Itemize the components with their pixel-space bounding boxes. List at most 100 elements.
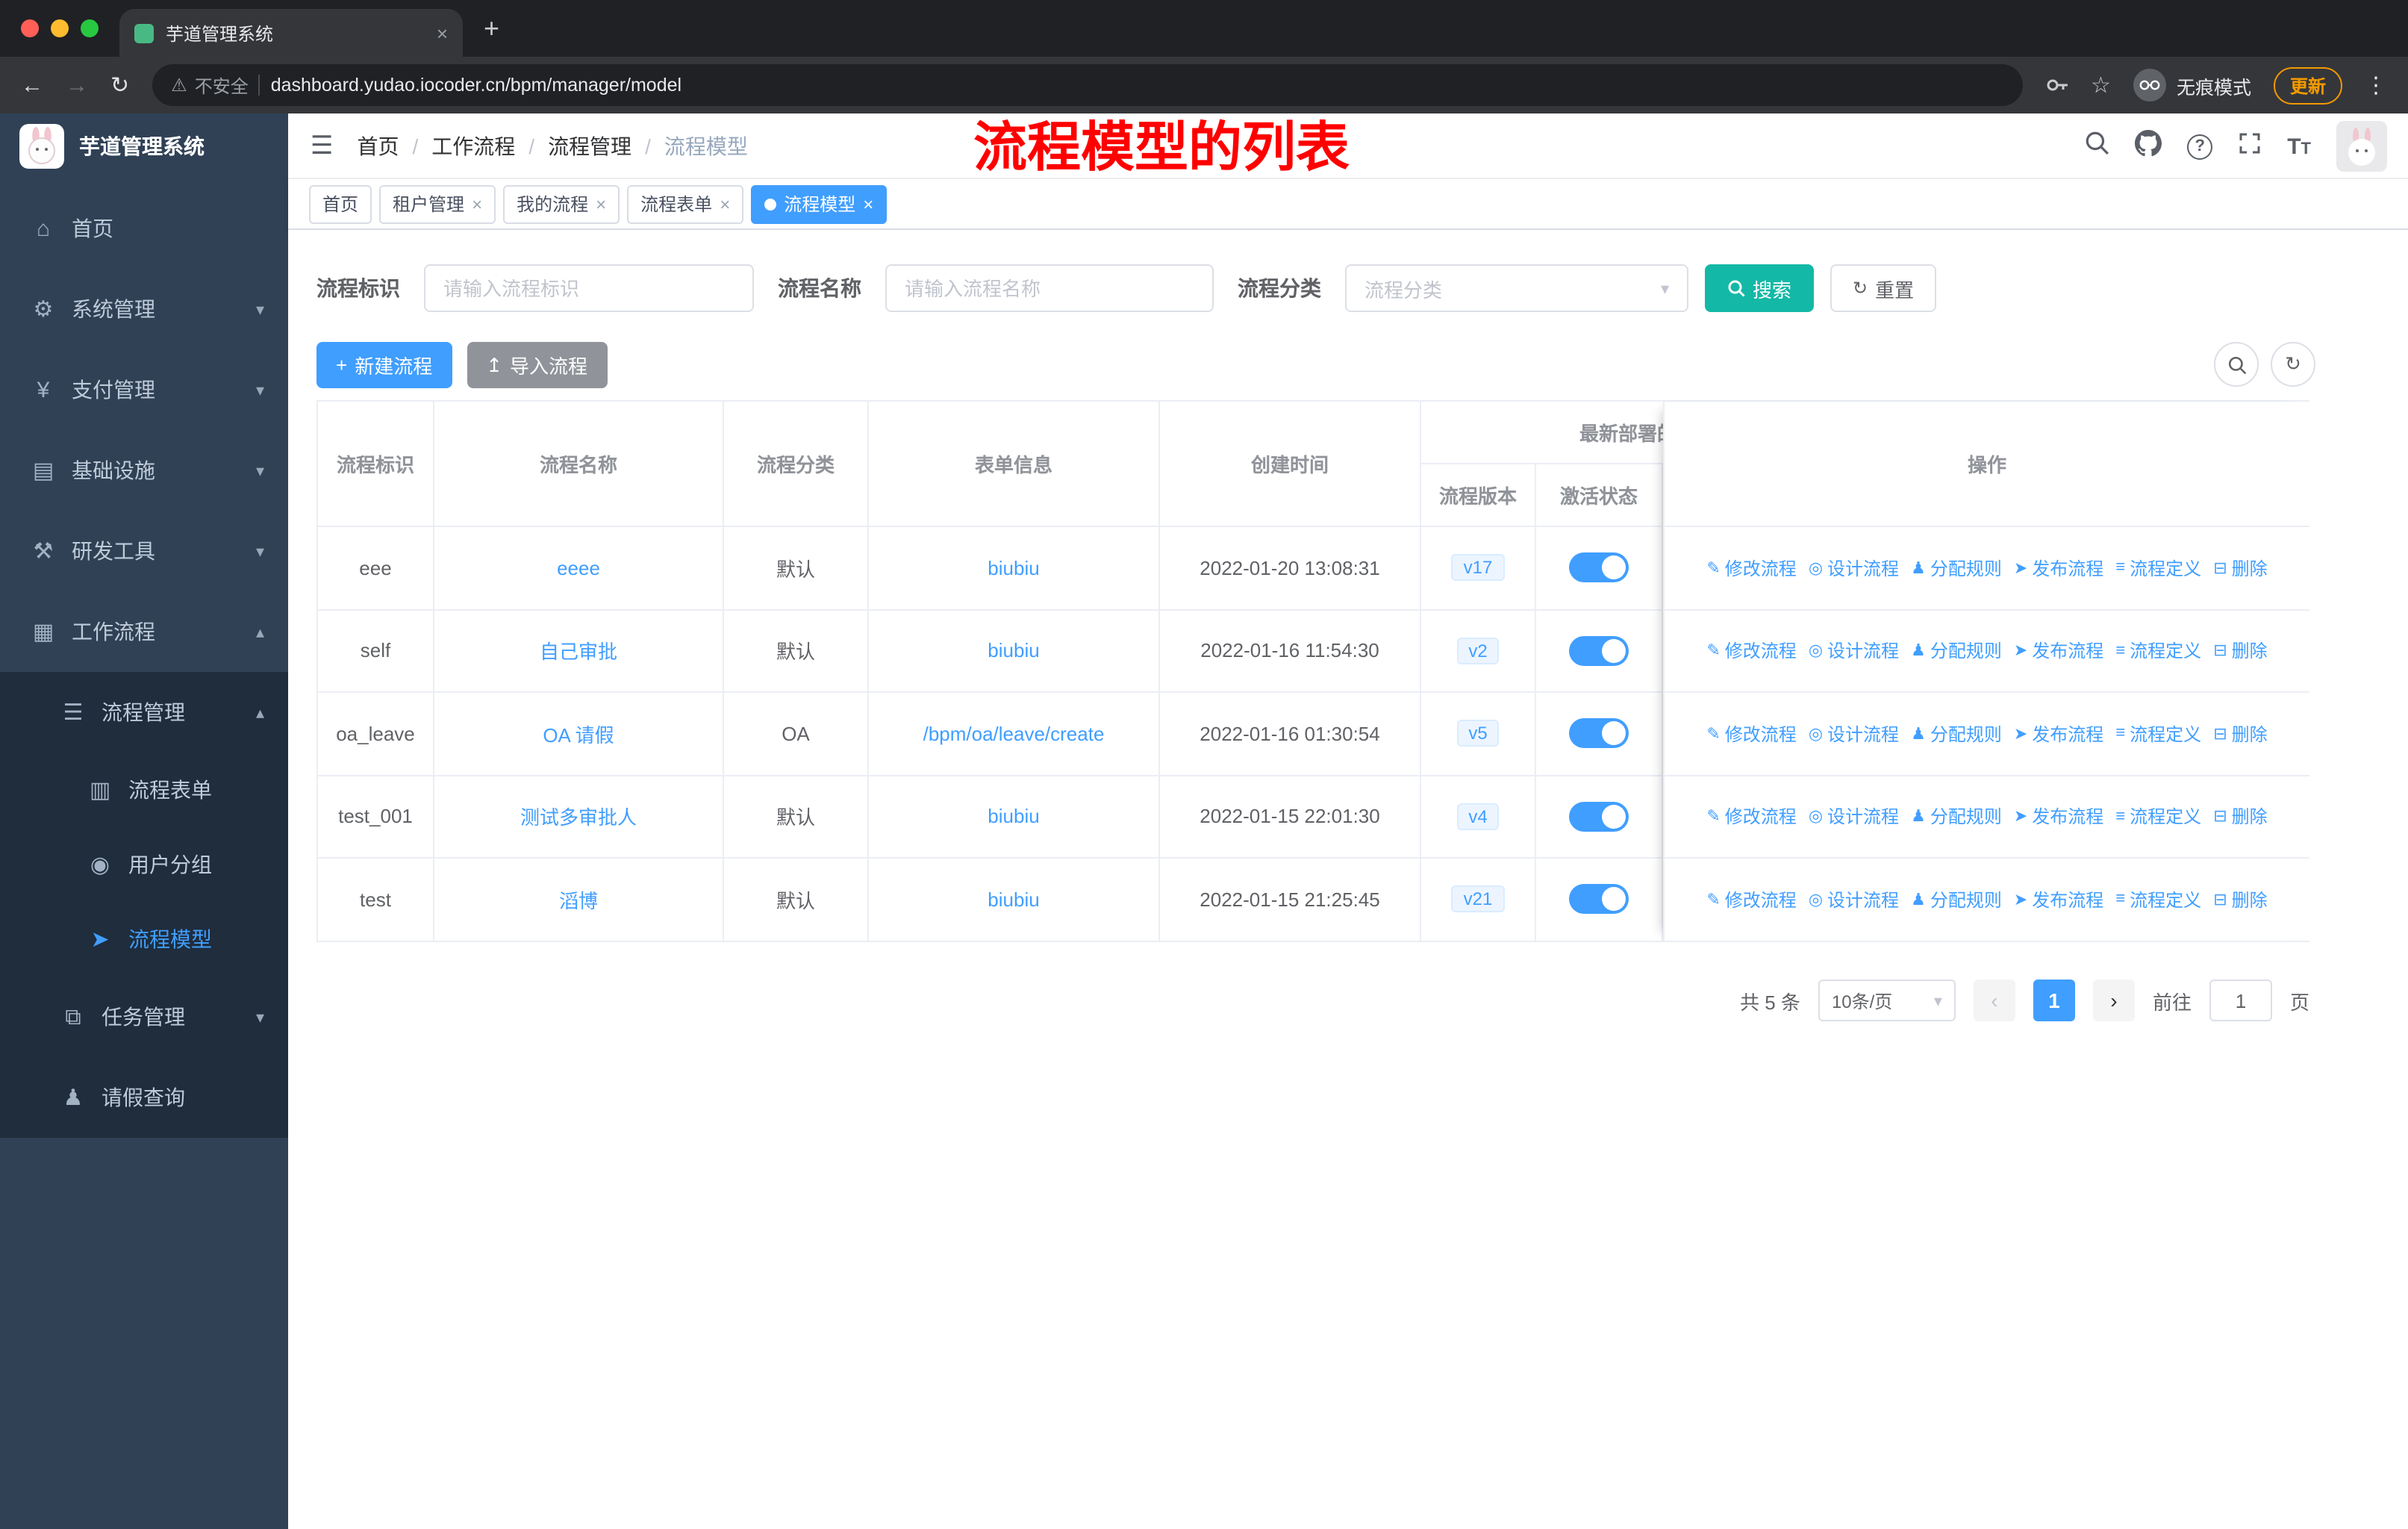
action-delete[interactable]: ⊟ 删除 xyxy=(2213,555,2267,581)
sidebar-item-user-group[interactable]: ◉ 用户分组 xyxy=(0,827,288,902)
refresh-table-button[interactable]: ↻ xyxy=(2271,342,2315,387)
forward-button[interactable]: → xyxy=(66,72,88,98)
action-publish-process[interactable]: ➤ 发布流程 xyxy=(2014,555,2103,581)
process-name-link[interactable]: OA 请假 xyxy=(543,720,614,748)
category-select[interactable]: 流程分类 ▾ xyxy=(1345,264,1688,312)
action-publish-process[interactable]: ➤ 发布流程 xyxy=(2014,887,2103,912)
tag-my-process[interactable]: 我的流程 × xyxy=(503,184,620,223)
sidebar-item-payment[interactable]: ¥ 支付管理 ▾ xyxy=(0,349,288,430)
address-bar[interactable]: ⚠ 不安全 dashboard.yudao.iocoder.cn/bpm/man… xyxy=(152,64,2023,106)
new-tab-button[interactable]: + xyxy=(484,10,499,46)
status-toggle[interactable] xyxy=(1569,718,1629,749)
process-id-input[interactable] xyxy=(424,264,754,312)
action-publish-process[interactable]: ➤ 发布流程 xyxy=(2014,721,2103,747)
action-edit-process[interactable]: ✎ 修改流程 xyxy=(1706,887,1796,912)
action-assign-rule[interactable]: ♟ 分配规则 xyxy=(1911,638,2002,664)
goto-page-input[interactable] xyxy=(2209,980,2272,1021)
sidebar-item-system[interactable]: ⚙ 系统管理 ▾ xyxy=(0,269,288,349)
font-size-icon[interactable]: TT xyxy=(2287,134,2311,159)
action-edit-process[interactable]: ✎ 修改流程 xyxy=(1706,555,1796,581)
action-edit-process[interactable]: ✎ 修改流程 xyxy=(1706,804,1796,829)
process-name-link[interactable]: 滔博 xyxy=(559,885,598,914)
tag-process-model[interactable]: 流程模型 × xyxy=(751,184,888,223)
action-publish-process[interactable]: ➤ 发布流程 xyxy=(2014,638,2103,664)
window-zoom-button[interactable] xyxy=(81,19,99,37)
page-button-1[interactable]: 1 xyxy=(2033,980,2075,1021)
breadcrumb-item-home[interactable]: 首页 xyxy=(358,131,399,161)
action-edit-process[interactable]: ✎ 修改流程 xyxy=(1706,638,1796,664)
tab-close-icon[interactable]: × xyxy=(437,22,448,44)
reload-button[interactable]: ↻ xyxy=(110,72,129,99)
action-process-definition[interactable]: ≡ 流程定义 xyxy=(2115,638,2201,664)
help-icon[interactable]: ? xyxy=(2187,134,2213,159)
action-design-process[interactable]: ◎ 设计流程 xyxy=(1809,721,1899,747)
process-name-input[interactable] xyxy=(885,264,1214,312)
next-page-button[interactable]: › xyxy=(2092,980,2135,1021)
back-button[interactable]: ← xyxy=(21,72,43,98)
password-key-icon[interactable] xyxy=(2044,73,2068,97)
action-process-definition[interactable]: ≡ 流程定义 xyxy=(2115,721,2201,747)
sidebar-toggle-icon[interactable]: ☰ xyxy=(311,131,334,161)
action-process-definition[interactable]: ≡ 流程定义 xyxy=(2115,555,2201,581)
sidebar-item-infrastructure[interactable]: ▤ 基础设施 ▾ xyxy=(0,430,288,511)
fullscreen-icon[interactable] xyxy=(2238,131,2262,162)
action-assign-rule[interactable]: ♟ 分配规则 xyxy=(1911,721,2002,747)
import-process-button[interactable]: ↥ 导入流程 xyxy=(467,342,608,388)
sidebar-item-devtools[interactable]: ⚒ 研发工具 ▾ xyxy=(0,511,288,591)
action-process-definition[interactable]: ≡ 流程定义 xyxy=(2115,804,2201,829)
sidebar-item-task-management[interactable]: ⧉ 任务管理 ▾ xyxy=(0,977,288,1057)
action-design-process[interactable]: ◎ 设计流程 xyxy=(1809,887,1899,912)
sidebar-item-workflow[interactable]: ▦ 工作流程 ▴ xyxy=(0,591,288,672)
action-delete[interactable]: ⊟ 删除 xyxy=(2213,804,2267,829)
process-name-link[interactable]: eeee xyxy=(557,557,600,579)
action-assign-rule[interactable]: ♟ 分配规则 xyxy=(1911,804,2002,829)
process-name-link[interactable]: 测试多审批人 xyxy=(520,803,637,831)
breadcrumb-item-process-management[interactable]: 流程管理 xyxy=(548,131,631,161)
action-design-process[interactable]: ◎ 设计流程 xyxy=(1809,555,1899,581)
close-icon[interactable]: × xyxy=(720,193,730,214)
form-info-link[interactable]: biubiu xyxy=(988,806,1039,828)
github-icon[interactable] xyxy=(2135,129,2162,164)
tag-home[interactable]: 首页 xyxy=(309,184,372,223)
action-publish-process[interactable]: ➤ 发布流程 xyxy=(2014,804,2103,829)
form-info-link[interactable]: /bpm/oa/leave/create xyxy=(923,723,1105,745)
profile-badge[interactable]: 无痕模式 xyxy=(2133,69,2251,102)
tag-process-form[interactable]: 流程表单 × xyxy=(627,184,744,223)
action-edit-process[interactable]: ✎ 修改流程 xyxy=(1706,721,1796,747)
page-size-select[interactable]: 10条/页 ▾ xyxy=(1818,980,1956,1021)
status-toggle[interactable] xyxy=(1569,884,1629,915)
window-minimize-button[interactable] xyxy=(51,19,69,37)
prev-page-button[interactable]: ‹ xyxy=(1973,980,2015,1021)
close-icon[interactable]: × xyxy=(596,193,606,214)
status-toggle[interactable] xyxy=(1569,635,1629,666)
sidebar-item-process-form[interactable]: ▥ 流程表单 xyxy=(0,753,288,827)
window-close-button[interactable] xyxy=(21,19,39,37)
tag-tenant-management[interactable]: 租户管理 × xyxy=(379,184,496,223)
bookmark-star-icon[interactable]: ☆ xyxy=(2091,72,2111,99)
form-info-link[interactable]: biubiu xyxy=(988,640,1039,662)
action-delete[interactable]: ⊟ 删除 xyxy=(2213,721,2267,747)
reset-button[interactable]: ↻ 重置 xyxy=(1830,264,1937,312)
search-icon[interactable] xyxy=(2084,130,2109,163)
breadcrumb-item-workflow[interactable]: 工作流程 xyxy=(431,131,515,161)
sidebar-item-leave-query[interactable]: ♟ 请假查询 xyxy=(0,1057,288,1138)
toggle-search-button[interactable] xyxy=(2214,342,2259,387)
form-info-link[interactable]: biubiu xyxy=(988,888,1039,911)
action-design-process[interactable]: ◎ 设计流程 xyxy=(1809,804,1899,829)
sidebar-item-home[interactable]: ⌂ 首页 xyxy=(0,188,288,269)
action-assign-rule[interactable]: ♟ 分配规则 xyxy=(1911,887,2002,912)
action-assign-rule[interactable]: ♟ 分配规则 xyxy=(1911,555,2002,581)
create-process-button[interactable]: + 新建流程 xyxy=(316,342,452,388)
status-toggle[interactable] xyxy=(1569,552,1629,583)
search-button[interactable]: 搜索 xyxy=(1705,264,1815,312)
update-button[interactable]: 更新 xyxy=(2273,66,2342,104)
user-avatar[interactable] xyxy=(2336,121,2387,172)
form-info-link[interactable]: biubiu xyxy=(988,557,1039,579)
status-toggle[interactable] xyxy=(1569,801,1629,832)
action-design-process[interactable]: ◎ 设计流程 xyxy=(1809,638,1899,664)
action-process-definition[interactable]: ≡ 流程定义 xyxy=(2115,887,2201,912)
close-icon[interactable]: × xyxy=(863,193,873,214)
sidebar-item-process-management[interactable]: ☰ 流程管理 ▴ xyxy=(0,672,288,753)
action-delete[interactable]: ⊟ 删除 xyxy=(2213,638,2267,664)
action-delete[interactable]: ⊟ 删除 xyxy=(2213,887,2267,912)
